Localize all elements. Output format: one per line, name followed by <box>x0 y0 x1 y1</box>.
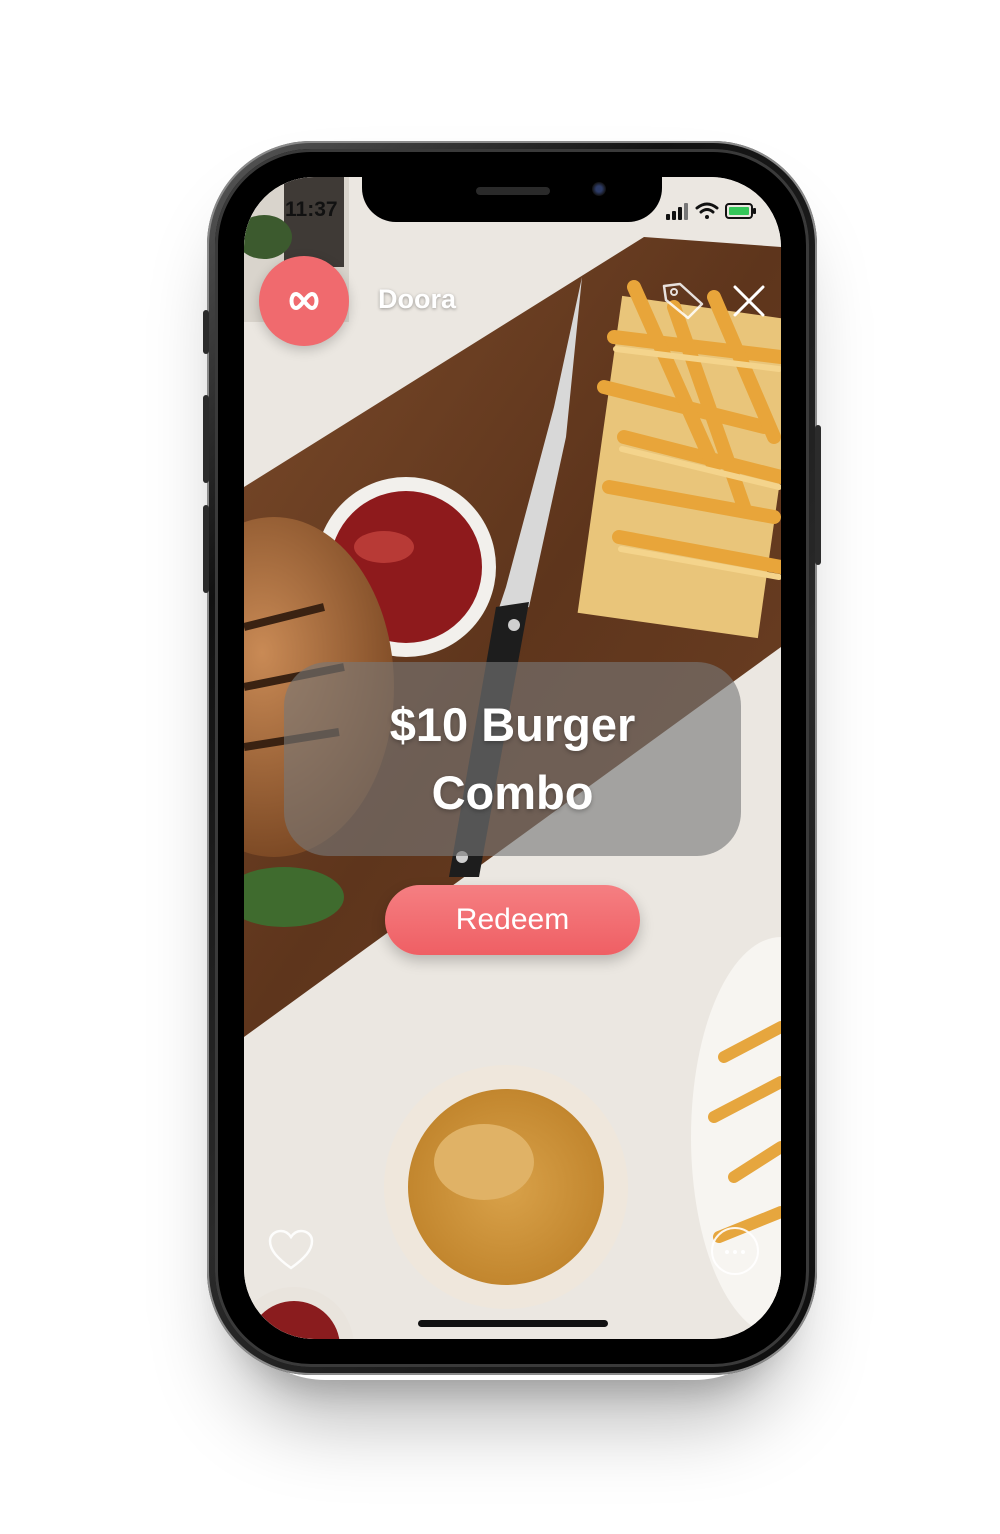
front-camera <box>592 182 606 196</box>
close-icon[interactable] <box>731 283 767 319</box>
cellular-signal-icon <box>666 203 688 220</box>
offer-title: $10 Burger Combo <box>389 698 636 819</box>
more-icon[interactable] <box>709 1225 761 1277</box>
speaker-grille <box>476 187 550 195</box>
app-logo-button[interactable] <box>259 256 349 346</box>
home-indicator[interactable] <box>418 1320 608 1327</box>
status-icons <box>666 202 756 220</box>
power-button <box>815 425 821 565</box>
volume-up-button <box>203 395 209 483</box>
status-time: 11:37 <box>285 198 338 221</box>
battery-icon <box>725 203 756 219</box>
wifi-icon <box>695 202 719 219</box>
brand-name[interactable]: Doora <box>378 284 456 315</box>
mute-switch <box>203 310 209 354</box>
redeem-button[interactable]: Redeem <box>385 885 640 955</box>
infinity-icon <box>289 291 319 311</box>
tag-icon[interactable] <box>660 280 706 322</box>
heart-icon[interactable] <box>267 1228 315 1272</box>
volume-down-button <box>203 505 209 593</box>
notch <box>362 170 662 222</box>
offer-card: $10 Burger Combo <box>284 662 741 856</box>
